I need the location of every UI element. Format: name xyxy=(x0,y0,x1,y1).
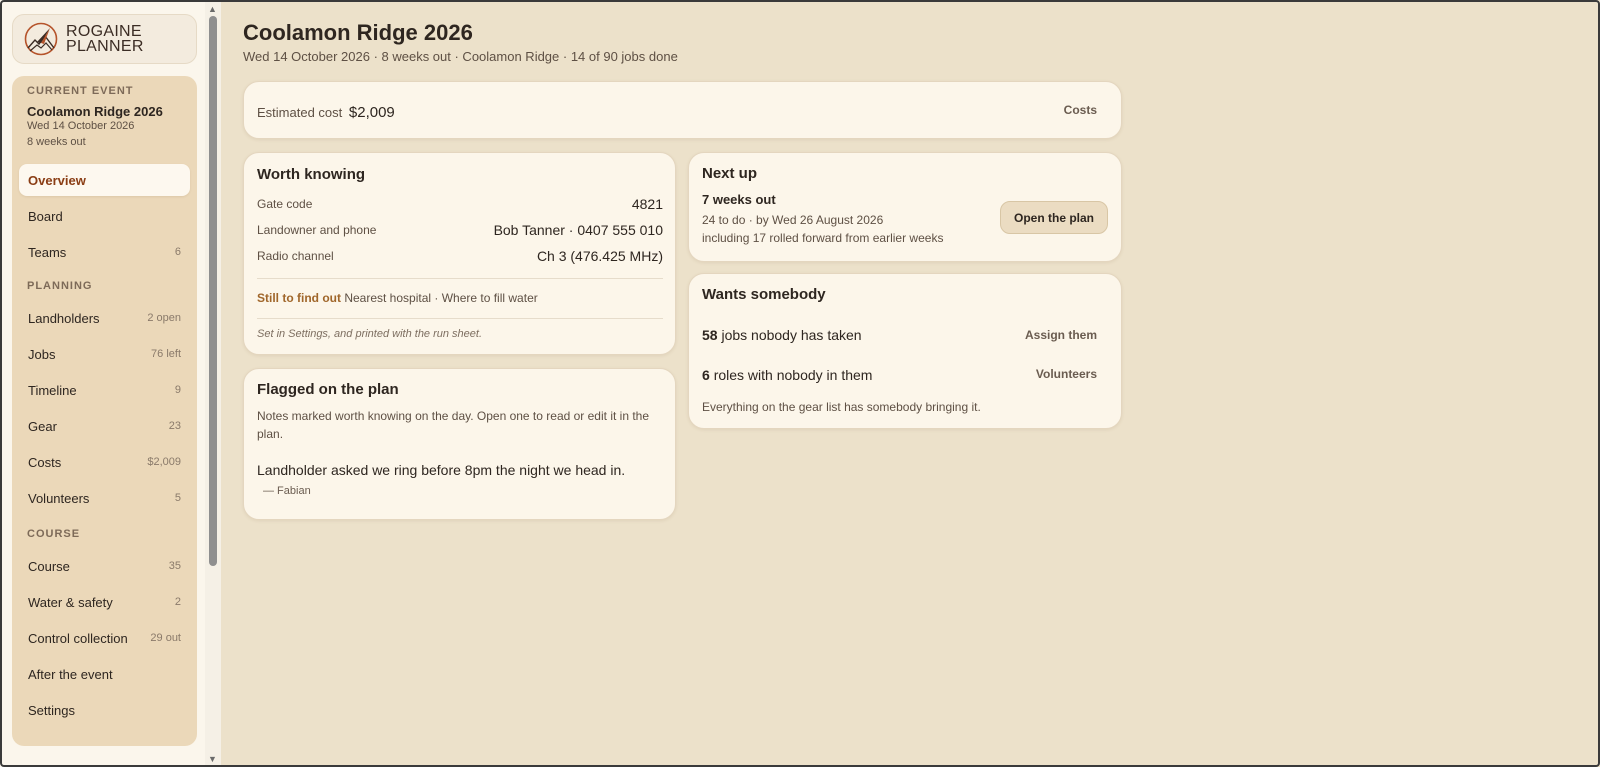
sidebar-item-overview[interactable]: Overview xyxy=(19,164,190,196)
costs-count: $2,009 xyxy=(147,456,181,468)
divider xyxy=(257,278,663,279)
next-up-due: 24 to do · by Wed 26 August 2026 xyxy=(702,213,884,227)
worth-knowing-title: Worth knowing xyxy=(257,166,366,183)
flagged-note[interactable]: Landholder asked we ring before 8pm the … xyxy=(257,462,625,478)
flagged-note-author: — Fabian xyxy=(263,485,311,497)
sidebar-item-gear[interactable]: Gear 23 xyxy=(19,410,190,442)
scroll-down-icon[interactable]: ▼ xyxy=(208,754,217,764)
course-count: 35 xyxy=(168,560,181,572)
worth-knowing-card: Worth knowing Gate code 4821 Landowner a… xyxy=(243,152,676,355)
sidebar-item-course[interactable]: Course 35 xyxy=(19,550,190,582)
volunteers-link[interactable]: Volunteers xyxy=(1036,367,1097,381)
assign-them-link[interactable]: Assign them xyxy=(1025,328,1097,342)
gate-code-label: Gate code xyxy=(257,197,313,211)
sidebar-item-after-event[interactable]: After the event xyxy=(19,658,190,690)
main-content: Coolamon Ridge 2026 Wed 14 October 2026 … xyxy=(221,0,1600,767)
water-safety-count: 2 xyxy=(174,596,181,608)
sidebar-item-teams[interactable]: Teams 6 xyxy=(19,236,190,268)
settings-footnote: Set in Settings, and printed with the ru… xyxy=(257,328,483,340)
scroll-up-icon[interactable]: ▲ xyxy=(208,4,217,14)
timeline-count: 9 xyxy=(174,384,181,396)
gate-code-value: 4821 xyxy=(631,196,663,212)
jobs-count: 76 left xyxy=(151,348,181,360)
sidebar-item-volunteers[interactable]: Volunteers 5 xyxy=(19,482,190,514)
sidebar: ROGAINE PLANNER CURRENT EVENT Coolamon R… xyxy=(0,0,205,767)
flagged-title: Flagged on the plan xyxy=(257,381,399,398)
landowner-label: Landowner and phone xyxy=(257,223,377,237)
volunteers-count: 5 xyxy=(174,492,181,504)
current-event-date: Wed 14 October 2026 xyxy=(27,120,135,132)
estimated-cost-card: Estimated cost $2,009 Costs xyxy=(243,81,1122,139)
open-plan-button[interactable]: Open the plan xyxy=(999,201,1108,234)
radio-channel-value: Ch 3 (476.425 MHz) xyxy=(536,248,663,264)
next-up-heading: 7 weeks out xyxy=(702,192,776,207)
brand-name: ROGAINE PLANNER xyxy=(66,23,144,55)
teams-count: 6 xyxy=(174,246,181,258)
wants-somebody-card: Wants somebody 58 jobs nobody has taken … xyxy=(688,273,1122,429)
estimated-cost-value: $2,009 xyxy=(348,104,395,121)
next-up-card: Next up 7 weeks out 24 to do · by Wed 26… xyxy=(688,152,1122,262)
sidebar-item-landholders[interactable]: Landholders 2 open xyxy=(19,302,190,334)
landowner-value: Bob Tanner · 0407 555 010 xyxy=(493,222,663,238)
current-event-label: CURRENT EVENT xyxy=(27,85,134,97)
page-title: Coolamon Ridge 2026 xyxy=(243,20,473,45)
divider xyxy=(257,318,663,319)
sidebar-item-control-collection[interactable]: Control collection 29 out xyxy=(19,622,190,654)
still-to-find-out: Still to find out Nearest hospital · Whe… xyxy=(257,291,538,305)
flagged-description: Notes marked worth knowing on the day. O… xyxy=(257,409,650,441)
wants-somebody-title: Wants somebody xyxy=(702,286,826,303)
sidebar-nav: CURRENT EVENT Coolamon Ridge 2026 Wed 14… xyxy=(12,76,197,746)
flagged-card: Flagged on the plan Notes marked worth k… xyxy=(243,368,676,520)
brand-logo[interactable]: ROGAINE PLANNER xyxy=(12,14,197,64)
planning-section-label: PLANNING xyxy=(27,280,93,292)
page-subtitle: Wed 14 October 2026 · 8 weeks out · Cool… xyxy=(243,49,678,64)
landholders-count: 2 open xyxy=(147,312,181,324)
gear-covered-note: Everything on the gear list has somebody… xyxy=(702,400,981,414)
sidebar-item-settings[interactable]: Settings xyxy=(19,694,190,726)
current-event-name: Coolamon Ridge 2026 xyxy=(27,104,163,119)
gear-count: 23 xyxy=(168,420,181,432)
costs-link[interactable]: Costs xyxy=(1064,103,1097,117)
course-section-label: COURSE xyxy=(27,528,81,540)
compass-mountain-icon xyxy=(24,22,58,56)
sidebar-item-jobs[interactable]: Jobs 76 left xyxy=(19,338,190,370)
sidebar-scrollbar[interactable]: ▲ ▼ xyxy=(205,0,221,767)
current-event-countdown: 8 weeks out xyxy=(27,136,86,148)
scrollbar-thumb[interactable] xyxy=(209,16,217,566)
radio-channel-label: Radio channel xyxy=(257,249,334,263)
control-collection-count: 29 out xyxy=(150,632,181,644)
next-up-title: Next up xyxy=(702,165,758,182)
empty-roles: 6 roles with nobody in them xyxy=(702,367,873,383)
sidebar-item-timeline[interactable]: Timeline 9 xyxy=(19,374,190,406)
sidebar-item-water-safety[interactable]: Water & safety 2 xyxy=(19,586,190,618)
unassigned-jobs: 58 jobs nobody has taken xyxy=(702,327,862,343)
sidebar-item-board[interactable]: Board xyxy=(19,200,190,232)
estimated-cost: Estimated cost $2,009 xyxy=(257,104,395,121)
sidebar-item-costs[interactable]: Costs $2,009 xyxy=(19,446,190,478)
next-up-rolled: including 17 rolled forward from earlier… xyxy=(702,231,944,245)
